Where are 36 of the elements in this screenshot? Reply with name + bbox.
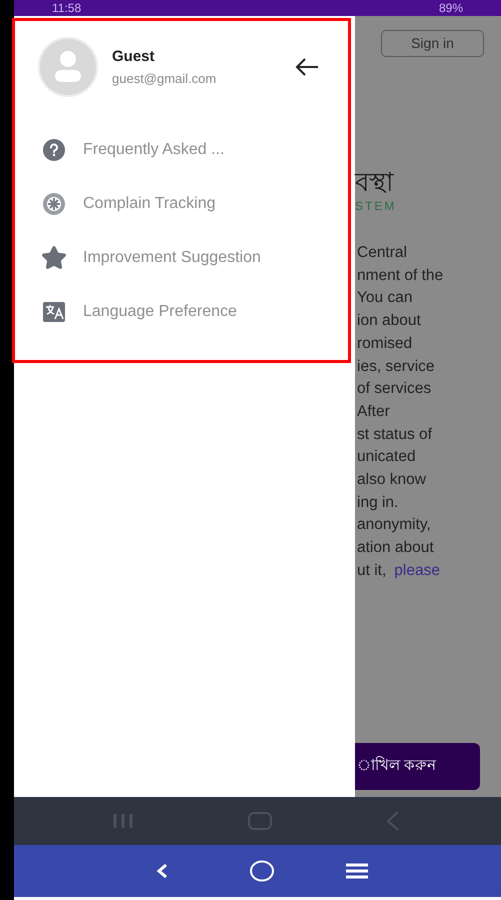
menu-item[interactable]: Improvement Suggestion (15, 245, 348, 271)
menu-item[interactable]: Complain Tracking (15, 191, 348, 217)
menu-item[interactable]: Language Preference (15, 299, 348, 325)
star-icon (41, 245, 67, 271)
question-icon (43, 139, 65, 161)
battery-level: 89% (438, 2, 463, 14)
description-line: Central (357, 243, 408, 263)
submit-button[interactable]: াখিল করুন (355, 742, 480, 790)
badge-icon (42, 192, 66, 216)
user-email: guest@gmail.com (112, 70, 218, 88)
back-icon[interactable] (155, 863, 169, 879)
description-line: unicated (357, 447, 417, 468)
bengali-title: বস্থা (355, 167, 395, 197)
description-line: ation about (357, 538, 435, 558)
description-line: anonymity, (357, 515, 432, 536)
description-line: After (357, 402, 391, 422)
sign-in-button[interactable]: Sign in (381, 30, 484, 57)
description-line: also know (357, 470, 427, 490)
status-time: 11:58 (52, 2, 82, 14)
description-line: ing in. (357, 492, 400, 513)
description-line: ion about (357, 311, 422, 332)
description-line: You can (357, 288, 414, 308)
avatar-icon (38, 37, 98, 97)
back-arrow-icon[interactable] (294, 57, 320, 77)
please-link[interactable]: please (394, 560, 440, 583)
description-line: of services (357, 379, 432, 400)
user-name: Guest (112, 47, 156, 67)
description-line: nment of the (357, 266, 444, 286)
description-line: ies, service (357, 356, 436, 377)
description-line: romised (357, 334, 414, 354)
translate-icon (43, 302, 65, 322)
subtitle: STEM (355, 198, 398, 215)
menu-icon[interactable] (345, 862, 369, 880)
description-line: ut it, (357, 560, 386, 581)
menu-item[interactable]: Frequently Asked ... (15, 137, 348, 163)
description-line: st status of (357, 424, 433, 445)
